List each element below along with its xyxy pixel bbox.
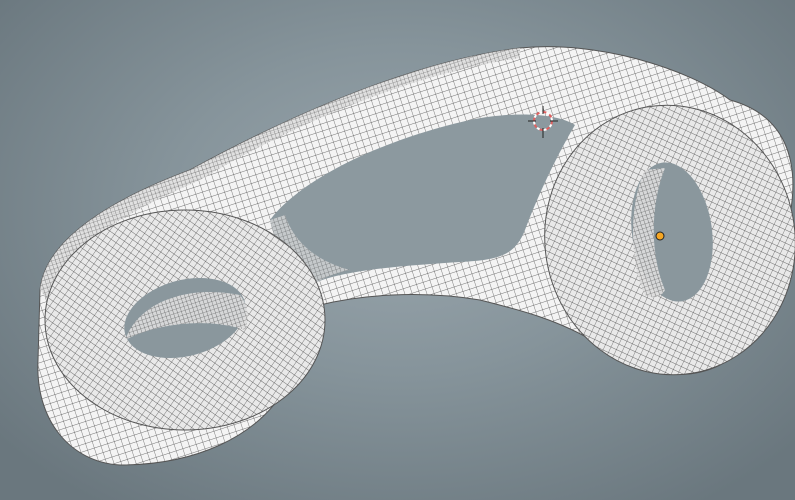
left-boss[interactable] [44,209,326,431]
3d-viewport[interactable] [0,0,795,500]
viewport-canvas[interactable] [0,0,795,500]
object-origin-icon [655,231,665,241]
